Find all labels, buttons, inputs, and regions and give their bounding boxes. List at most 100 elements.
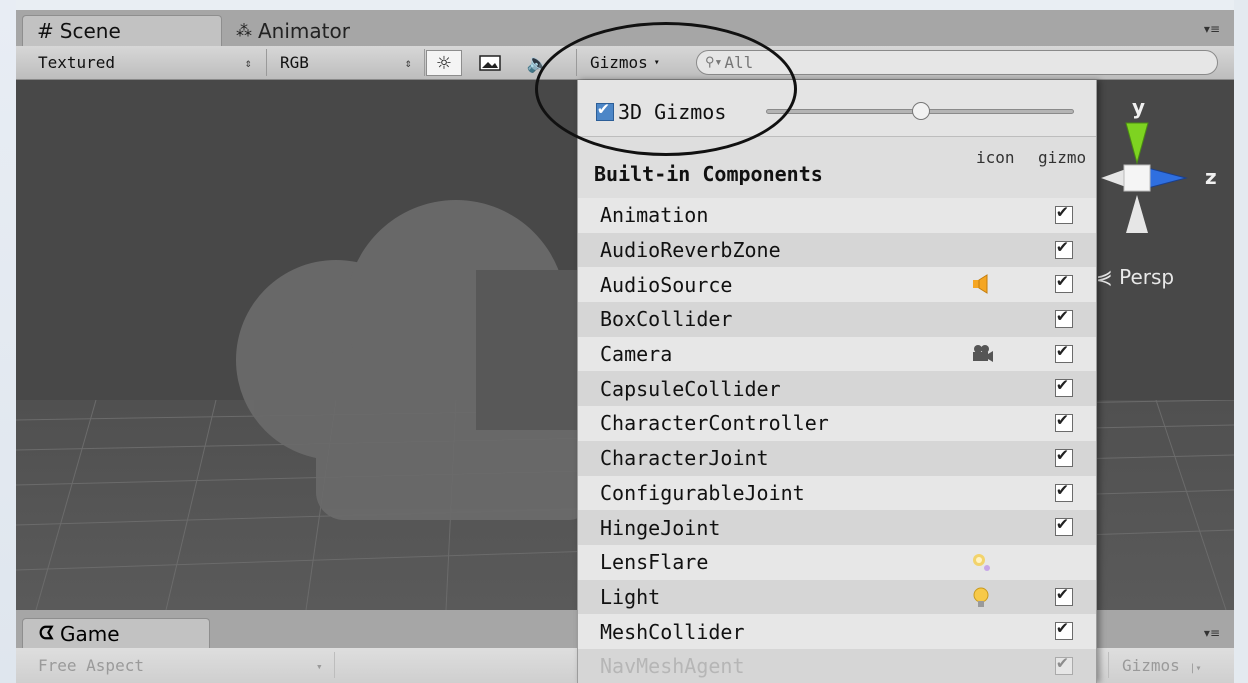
component-row[interactable]: MeshCollider ✔ — [578, 614, 1096, 649]
gizmo-checkbox[interactable]: ✔ — [1055, 201, 1073, 224]
render-mode-label: RGB — [280, 53, 309, 72]
lightbulb-icon[interactable] — [970, 586, 992, 608]
animator-icon: ⁂ — [236, 21, 252, 40]
checkmark-icon: ✔ — [1057, 617, 1068, 639]
pacman-icon: ᗧ — [39, 623, 54, 644]
speaker-icon[interactable] — [970, 273, 992, 295]
gizmo-checkbox[interactable]: ✔ — [1055, 270, 1073, 294]
component-name: CapsuleCollider — [600, 376, 781, 401]
component-name: ConfigurableJoint — [600, 480, 805, 505]
image-icon — [479, 55, 501, 71]
component-row[interactable]: ConfigurableJoint ✔ — [578, 475, 1096, 511]
panel-menu-icon[interactable]: ▾≡ — [1204, 22, 1220, 36]
sun-icon: ☼ — [435, 52, 453, 74]
audio-source-gizmo — [236, 200, 606, 520]
component-name: AudioSource — [600, 272, 733, 297]
gizmo-checkbox[interactable]: ✔ — [1055, 444, 1073, 467]
component-name: LensFlare — [600, 550, 709, 575]
component-row[interactable]: CharacterController ✔ — [578, 406, 1096, 441]
draw-mode-label: Textured — [38, 53, 116, 72]
gizmo-checkbox[interactable]: ✔ — [1055, 513, 1073, 537]
chevron-down-icon: ▾ — [316, 660, 323, 673]
draw-mode-dropdown[interactable]: Textured ⇕ — [22, 49, 260, 76]
window-border-left — [0, 0, 16, 683]
component-row[interactable]: Camera ✔ — [578, 336, 1096, 372]
tab-game[interactable]: ᗧ Game — [22, 618, 210, 648]
component-name: CharacterJoint — [600, 446, 769, 471]
component-name: HingeJoint — [600, 515, 721, 540]
gizmo-checkbox[interactable]: ✔ — [1055, 236, 1073, 259]
checkmark-icon: ✔ — [1057, 409, 1068, 431]
effects-toggle[interactable] — [472, 50, 508, 76]
tab-scene[interactable]: # Scene — [22, 15, 222, 46]
component-row[interactable]: Animation ✔ — [578, 198, 1096, 233]
component-row[interactable]: CharacterJoint ✔ — [578, 440, 1096, 476]
window-border-right — [1234, 0, 1248, 683]
lensflare-icon[interactable] — [970, 551, 992, 573]
game-gizmos-button[interactable]: Gizmos |▾ — [1122, 656, 1201, 675]
component-name: Camera — [600, 342, 673, 367]
gizmo-checkbox[interactable]: ✔ — [1055, 340, 1073, 363]
gizmo-checkbox[interactable]: ✔ — [1055, 652, 1073, 675]
tab-game-label: Game — [59, 621, 120, 646]
component-row[interactable]: Light ✔ — [578, 579, 1096, 615]
toolbar-divider — [266, 49, 267, 76]
component-name: NavMeshAgent — [600, 654, 745, 679]
component-name: CharacterController — [600, 411, 829, 436]
checkmark-icon: ✔ — [1057, 305, 1068, 327]
component-row[interactable]: BoxCollider ✔ — [578, 302, 1096, 337]
gizmos-dropdown-panel: ✔ 3D Gizmos icon gizmo Built-in Componen… — [577, 80, 1097, 683]
lighting-toggle[interactable]: ☼ — [426, 50, 462, 76]
column-header-gizmo: gizmo — [1038, 148, 1087, 167]
updown-arrows-icon: ⇕ — [404, 55, 412, 70]
gizmo-checkbox[interactable]: ✔ — [1055, 479, 1073, 502]
chevron-down-icon: |▾ — [1189, 663, 1202, 674]
toolbar-divider — [424, 49, 425, 76]
component-row[interactable]: NavMeshAgent ✔ — [578, 648, 1096, 683]
slider-handle[interactable] — [912, 102, 930, 120]
component-row[interactable]: HingeJoint ✔ — [578, 510, 1096, 545]
persp-icon: ⋞ — [1096, 265, 1113, 289]
game-gizmos-label: Gizmos — [1122, 656, 1180, 675]
component-name: MeshCollider — [600, 619, 745, 644]
tab-animator-label: Animator — [258, 18, 350, 43]
checkmark-icon: ✔ — [1057, 270, 1068, 292]
component-name: Animation — [600, 203, 709, 228]
component-row[interactable]: LensFlare — [578, 544, 1096, 580]
projection-label: Persp — [1119, 265, 1175, 289]
checkmark-icon: ✔ — [1057, 339, 1068, 361]
projection-toggle[interactable]: ⋞ Persp — [1096, 265, 1174, 289]
checkmark-icon: ✔ — [1057, 374, 1068, 396]
tab-scene-label: Scene — [59, 19, 121, 43]
column-header-icon: icon — [976, 148, 1015, 167]
toolbar-divider — [1108, 652, 1109, 678]
gizmo-checkbox[interactable]: ✔ — [1055, 409, 1073, 433]
camera-icon[interactable] — [970, 343, 993, 365]
render-mode-dropdown[interactable]: RGB ⇕ — [270, 49, 420, 76]
checkmark-icon: ✔ — [1057, 235, 1068, 257]
component-name: BoxCollider — [600, 307, 733, 332]
gizmo-checkbox[interactable]: ✔ — [1055, 305, 1073, 329]
section-title: Built-in Components — [594, 162, 823, 186]
component-row[interactable]: AudioReverbZone ✔ — [578, 232, 1096, 268]
gizmo-checkbox[interactable]: ✔ — [1055, 583, 1073, 606]
component-list: Animation ✔ AudioReverbZone ✔ AudioSource ✔ Bo… — [578, 198, 1096, 683]
component-row[interactable]: CapsuleCollider ✔ — [578, 371, 1096, 407]
gizmo-checkbox[interactable]: ✔ — [1055, 374, 1073, 398]
aspect-label: Free Aspect — [38, 656, 144, 675]
component-name: AudioReverbZone — [600, 238, 781, 263]
aspect-dropdown[interactable]: Free Aspect — [38, 656, 144, 675]
icon-size-slider[interactable] — [766, 102, 1074, 120]
component-row[interactable]: AudioSource ✔ — [578, 267, 1096, 303]
gizmo-checkbox[interactable]: ✔ — [1055, 617, 1073, 641]
hash-icon: # — [37, 19, 54, 43]
component-name: Light — [600, 584, 661, 609]
axis-z-label: z — [1205, 165, 1217, 189]
panel-menu-icon[interactable]: ▾≡ — [1204, 626, 1220, 640]
tab-animator[interactable]: ⁂ Animator — [222, 15, 402, 46]
checkmark-icon: ✔ — [1057, 201, 1068, 222]
checkmark-icon: ✔ — [1057, 478, 1068, 500]
checkmark-icon: ✔ — [1057, 651, 1068, 673]
checkmark-icon: ✔ — [1057, 513, 1068, 535]
unity-editor-window: # Scene ⁂ Animator ▾≡ Textured ⇕ RGB ⇕ ☼ — [0, 0, 1248, 683]
